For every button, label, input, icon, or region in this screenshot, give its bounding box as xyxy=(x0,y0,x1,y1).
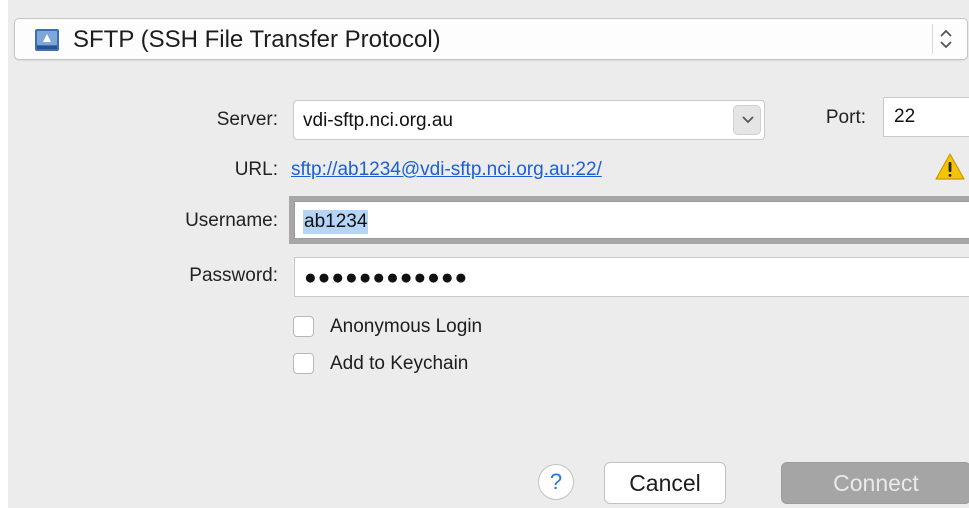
username-field[interactable]: ab1234 xyxy=(294,201,969,239)
port-value: 22 xyxy=(894,106,916,127)
protocol-select[interactable]: SFTP (SSH File Transfer Protocol) xyxy=(14,18,968,60)
connection-dialog xyxy=(8,0,969,508)
server-combobox[interactable]: vdi-sftp.nci.org.au xyxy=(293,100,765,140)
password-field[interactable]: ●●●●●●●●●●●● xyxy=(294,257,969,297)
port-field[interactable]: 22 xyxy=(883,97,969,137)
anonymous-login-checkbox[interactable] xyxy=(293,316,314,337)
chevron-down-icon xyxy=(742,116,754,124)
warning-icon[interactable] xyxy=(934,152,966,182)
protocol-label: SFTP (SSH File Transfer Protocol) xyxy=(73,26,441,53)
connect-button[interactable]: Connect xyxy=(781,462,969,504)
add-to-keychain-checkbox[interactable] xyxy=(293,353,314,374)
username-value: ab1234 xyxy=(303,210,369,234)
help-button[interactable]: ? xyxy=(538,464,574,500)
anonymous-login-label: Anonymous Login xyxy=(330,316,483,337)
port-label: Port: xyxy=(825,107,866,128)
network-drive-icon xyxy=(35,29,59,51)
chevron-updown-icon[interactable] xyxy=(932,24,959,54)
password-dots: ●●●●●●●●●●●● xyxy=(304,266,469,289)
server-label: Server: xyxy=(216,109,278,130)
username-label: Username: xyxy=(185,210,278,231)
password-label: Password: xyxy=(189,265,278,286)
url-label: URL: xyxy=(234,159,278,180)
server-value: vdi-sftp.nci.org.au xyxy=(303,110,453,131)
cancel-button[interactable]: Cancel xyxy=(604,462,726,504)
server-dropdown-button[interactable] xyxy=(733,105,761,135)
url-link[interactable]: sftp://ab1234@vdi-sftp.nci.org.au:22/ xyxy=(291,159,602,181)
add-to-keychain-label: Add to Keychain xyxy=(330,353,469,374)
